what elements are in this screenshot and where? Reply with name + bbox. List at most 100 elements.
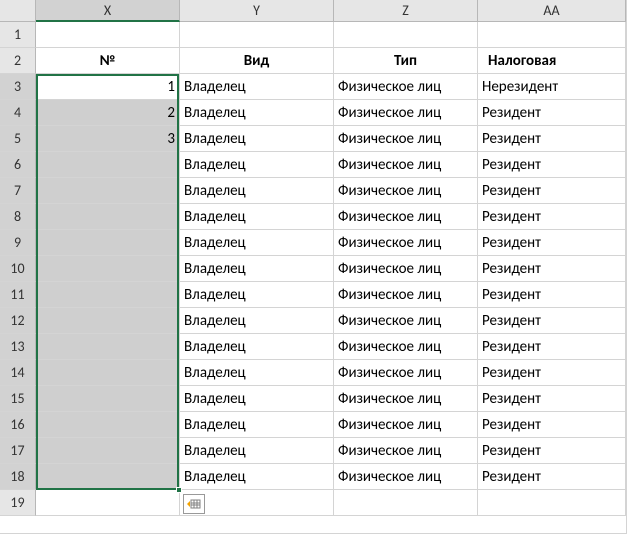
cell[interactable]: Резидент bbox=[478, 334, 626, 360]
cell[interactable]: Физическое лиц bbox=[334, 100, 478, 126]
cell[interactable] bbox=[36, 230, 180, 256]
row-header[interactable]: 9 bbox=[0, 230, 36, 256]
row-header[interactable]: 6 bbox=[0, 152, 36, 178]
cell[interactable] bbox=[36, 464, 180, 490]
cell[interactable] bbox=[180, 22, 334, 48]
cell[interactable] bbox=[36, 204, 180, 230]
cell[interactable] bbox=[36, 178, 180, 204]
col-header-AA[interactable]: AA bbox=[478, 0, 626, 22]
select-all-corner[interactable] bbox=[0, 0, 36, 22]
row-header[interactable]: 10 bbox=[0, 256, 36, 282]
cell[interactable] bbox=[36, 490, 180, 516]
cell[interactable]: Владелец bbox=[180, 282, 334, 308]
cell[interactable] bbox=[36, 360, 180, 386]
cell[interactable]: Резидент bbox=[478, 360, 626, 386]
cell[interactable]: Физическое лиц bbox=[334, 412, 478, 438]
row-header[interactable]: 18 bbox=[0, 464, 36, 490]
row-header[interactable]: 19 bbox=[0, 490, 36, 516]
cell[interactable]: Резидент bbox=[478, 308, 626, 334]
cell[interactable] bbox=[478, 490, 626, 516]
cell[interactable]: Владелец bbox=[180, 412, 334, 438]
row-header[interactable]: 15 bbox=[0, 386, 36, 412]
cell[interactable]: Владелец bbox=[180, 256, 334, 282]
cell[interactable]: Резидент bbox=[478, 464, 626, 490]
cell[interactable]: Резидент bbox=[478, 282, 626, 308]
col-header-Z[interactable]: Z bbox=[334, 0, 478, 22]
col-header-Y[interactable]: Y bbox=[180, 0, 334, 22]
row-header[interactable]: 4 bbox=[0, 100, 36, 126]
cell[interactable]: Физическое лиц bbox=[334, 126, 478, 152]
cell[interactable] bbox=[478, 22, 626, 48]
row-header[interactable]: 11 bbox=[0, 282, 36, 308]
cell[interactable]: Вид bbox=[180, 48, 334, 74]
row-header[interactable]: 5 bbox=[0, 126, 36, 152]
cell[interactable]: Физическое лиц bbox=[334, 74, 478, 100]
row-header[interactable]: 13 bbox=[0, 334, 36, 360]
cell[interactable]: Физическое лиц bbox=[334, 386, 478, 412]
row-header[interactable]: 7 bbox=[0, 178, 36, 204]
cell[interactable]: Владелец bbox=[180, 152, 334, 178]
cell[interactable]: Физическое лиц bbox=[334, 256, 478, 282]
cell[interactable] bbox=[334, 22, 478, 48]
cell[interactable]: Владелец bbox=[180, 126, 334, 152]
cell[interactable] bbox=[334, 490, 478, 516]
cell[interactable]: Резидент bbox=[478, 256, 626, 282]
cell[interactable] bbox=[36, 256, 180, 282]
cell[interactable]: Резидент bbox=[478, 412, 626, 438]
cell[interactable]: Владелец bbox=[180, 230, 334, 256]
row-header[interactable]: 8 bbox=[0, 204, 36, 230]
cell[interactable] bbox=[36, 22, 180, 48]
row-header[interactable]: 17 bbox=[0, 438, 36, 464]
cell[interactable]: Резидент bbox=[478, 126, 626, 152]
cell[interactable]: 3 bbox=[36, 126, 180, 152]
cell[interactable]: Резидент bbox=[478, 230, 626, 256]
cell[interactable]: Физическое лиц bbox=[334, 152, 478, 178]
cell[interactable]: Владелец bbox=[180, 386, 334, 412]
row-header[interactable]: 1 bbox=[0, 22, 36, 48]
cell[interactable]: Резидент bbox=[478, 100, 626, 126]
cell[interactable] bbox=[36, 438, 180, 464]
cell[interactable]: Тип bbox=[334, 48, 478, 74]
cell[interactable]: Владелец bbox=[180, 204, 334, 230]
autofill-options-button[interactable] bbox=[183, 494, 205, 514]
row-header[interactable]: 16 bbox=[0, 412, 36, 438]
cell[interactable]: Резидент bbox=[478, 152, 626, 178]
cell[interactable]: 2 bbox=[36, 100, 180, 126]
cell[interactable]: Физическое лиц bbox=[334, 360, 478, 386]
cell[interactable]: Физическое лиц bbox=[334, 282, 478, 308]
cell[interactable]: Резидент bbox=[478, 204, 626, 230]
spreadsheet-grid[interactable]: X Y Z AA 1 2 № Вид Тип Налоговая 3 1 Вла… bbox=[0, 0, 626, 516]
cell[interactable]: Физическое лиц bbox=[334, 308, 478, 334]
cell[interactable]: Владелец bbox=[180, 438, 334, 464]
cell[interactable]: Владелец bbox=[180, 100, 334, 126]
cell[interactable]: Резидент bbox=[478, 178, 626, 204]
row-header[interactable]: 14 bbox=[0, 360, 36, 386]
cell[interactable]: Физическое лиц bbox=[334, 438, 478, 464]
cell[interactable]: Резидент bbox=[478, 438, 626, 464]
cell[interactable]: Физическое лиц bbox=[334, 178, 478, 204]
cell[interactable]: 1 bbox=[36, 74, 180, 100]
cell[interactable]: Налоговая bbox=[478, 48, 626, 74]
cell[interactable]: Владелец bbox=[180, 74, 334, 100]
col-header-X[interactable]: X bbox=[36, 0, 180, 22]
cell[interactable] bbox=[36, 334, 180, 360]
cell[interactable] bbox=[36, 152, 180, 178]
row-header[interactable]: 3 bbox=[0, 74, 36, 100]
cell[interactable] bbox=[36, 308, 180, 334]
cell[interactable]: № bbox=[36, 48, 180, 74]
fill-handle[interactable] bbox=[176, 487, 182, 493]
cell[interactable]: Владелец bbox=[180, 178, 334, 204]
cell[interactable]: Физическое лиц bbox=[334, 204, 478, 230]
cell[interactable]: Физическое лиц bbox=[334, 334, 478, 360]
cell[interactable]: Владелец bbox=[180, 334, 334, 360]
cell[interactable] bbox=[36, 282, 180, 308]
cell[interactable] bbox=[36, 412, 180, 438]
cell[interactable]: Владелец bbox=[180, 308, 334, 334]
cell[interactable]: Физическое лиц bbox=[334, 464, 478, 490]
cell[interactable]: Владелец bbox=[180, 360, 334, 386]
cell[interactable]: Нерезидент bbox=[478, 74, 626, 100]
row-header[interactable]: 12 bbox=[0, 308, 36, 334]
cell[interactable]: Владелец bbox=[180, 464, 334, 490]
cell[interactable]: Резидент bbox=[478, 386, 626, 412]
row-header[interactable]: 2 bbox=[0, 48, 36, 74]
